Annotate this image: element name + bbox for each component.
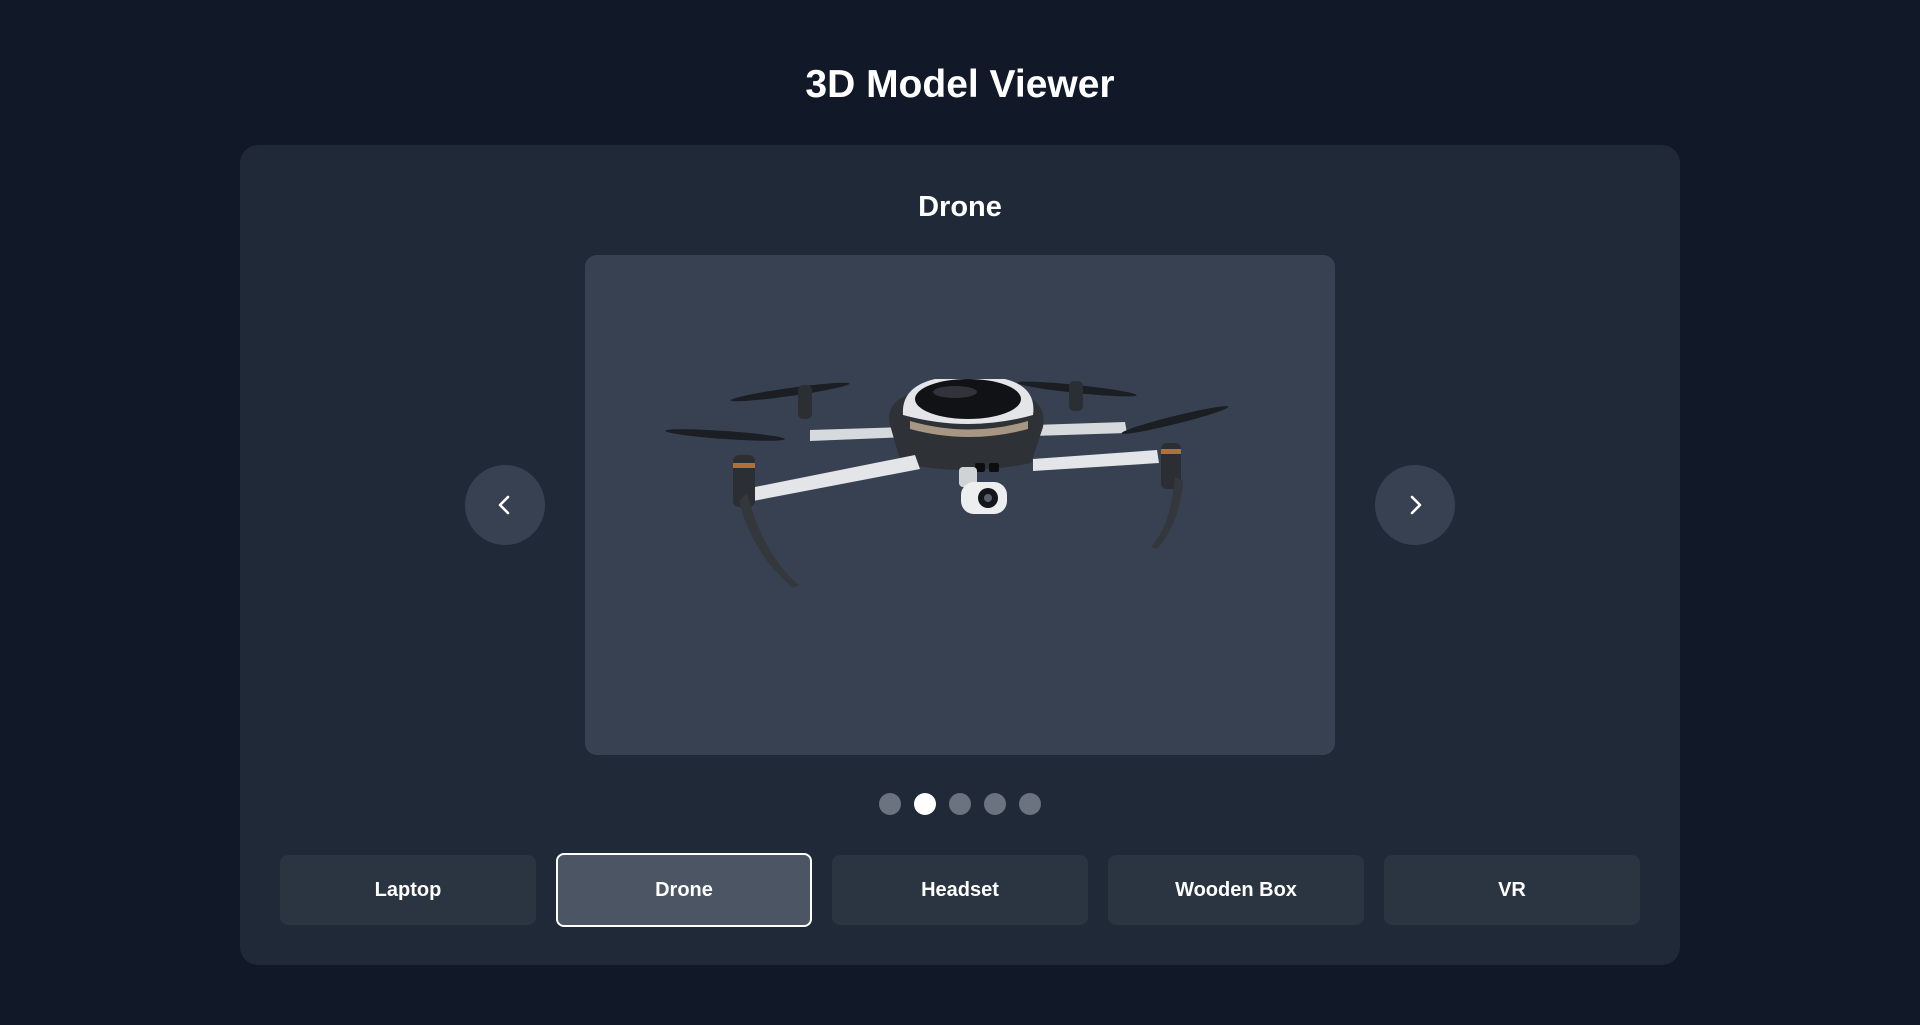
model-button-headset[interactable]: Headset [832, 855, 1088, 925]
previous-model-button[interactable] [465, 465, 545, 545]
model-button-vr[interactable]: VR [1384, 855, 1640, 925]
drone-model-image [665, 379, 1229, 588]
pagination-dot-3[interactable] [949, 793, 971, 815]
model-button-drone[interactable]: Drone [556, 853, 812, 927]
chevron-left-icon [498, 495, 510, 515]
model-button-laptop[interactable]: Laptop [280, 855, 536, 925]
model-selector: Laptop Drone Headset Wooden Box VR [280, 853, 1640, 927]
model-canvas[interactable] [585, 255, 1335, 755]
model-title: Drone [918, 191, 1002, 223]
chevron-right-icon [1410, 495, 1422, 515]
pagination-dot-5[interactable] [1019, 793, 1041, 815]
next-model-button[interactable] [1375, 465, 1455, 545]
model-viewer-card: Drone Laptop Drone Headset Wooden Box VR [240, 145, 1680, 965]
model-button-wooden-box[interactable]: Wooden Box [1108, 855, 1364, 925]
pagination-dot-2[interactable] [914, 793, 936, 815]
page-title: 3D Model Viewer [805, 63, 1115, 106]
carousel-pagination [240, 793, 1680, 815]
pagination-dot-1[interactable] [879, 793, 901, 815]
pagination-dot-4[interactable] [984, 793, 1006, 815]
